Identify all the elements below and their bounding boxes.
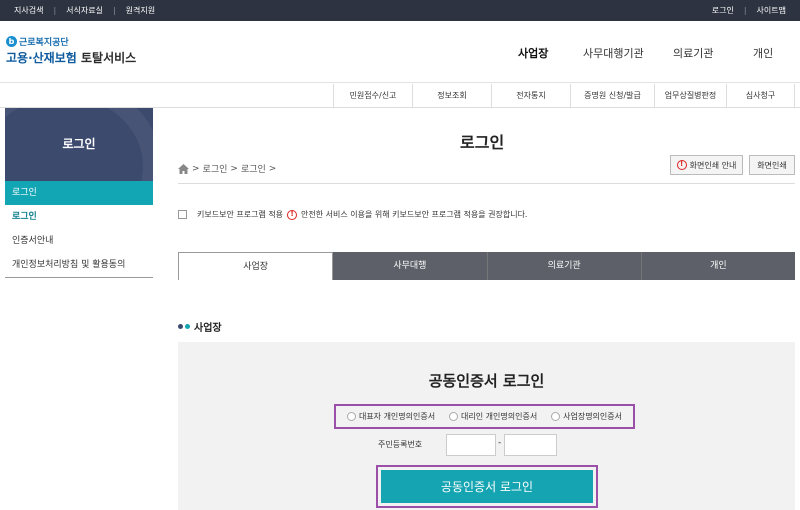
tab-business[interactable]: 사업장 [178, 252, 334, 280]
sub-nav: 민원접수/신고 정보조회 전자통지 증명원 신청/발급 업무상질병판정 심사청구 [0, 84, 800, 108]
subnav-certificate[interactable]: 증명원 신청/발급 [570, 84, 654, 108]
breadcrumb-item[interactable]: 로그인 [241, 162, 266, 175]
keyboard-security-row: 키보드보안 프로그램 적용 ! 안전한 서비스 이용을 위해 키보드보안 프로그… [178, 209, 527, 220]
ssn-dash: - [498, 438, 502, 448]
radio-button[interactable] [449, 412, 459, 421]
sidebar-item-login[interactable]: 로그인 [5, 205, 153, 229]
radio-button[interactable] [551, 412, 561, 421]
print-guide-button[interactable]: ! 화면인쇄 안내 [670, 155, 743, 175]
org-name-text: 근로복지공단 [19, 38, 69, 48]
keyboard-security-label: 키보드보안 프로그램 적용 [197, 210, 284, 219]
ssn-label: 주민등록번호 [378, 440, 423, 449]
main-nav-business[interactable]: 사업장 [518, 45, 548, 61]
separator: | [53, 6, 57, 15]
radio-representative[interactable]: 대표자 개인명의인증서 [346, 411, 436, 422]
branch-search-link[interactable]: 지사검색 [14, 5, 43, 16]
login-link[interactable]: 로그인 [712, 5, 734, 16]
radio-business-cert[interactable]: 사업장명의인증서 [551, 411, 622, 422]
panel-title: 공동인증서 로그인 [428, 372, 545, 390]
breadcrumb: > 로그인 > 로그인 > [178, 162, 276, 175]
certificate-login-button[interactable]: 공동인증서 로그인 [381, 470, 593, 503]
sitemap-link[interactable]: 사이트맵 [757, 5, 786, 16]
print-button[interactable]: 화면인쇄 [749, 155, 795, 175]
sidebar-item-privacy[interactable]: 개인정보처리방침 및 활용동의 [5, 253, 153, 277]
tab-medical[interactable]: 의료기관 [487, 252, 642, 280]
warning-icon: ! [287, 209, 298, 220]
radio-label: 대리인 개인명의인증서 [461, 412, 538, 421]
section-title: 사업장 [178, 319, 222, 334]
ssn-front-input[interactable] [446, 434, 496, 456]
subnav-disease-judgment[interactable]: 업무상질병판정 [654, 84, 726, 108]
subnav-e-notice[interactable]: 전자통지 [491, 84, 570, 108]
radio-label: 사업장명의인증서 [563, 412, 622, 421]
divider [178, 183, 795, 184]
chevron-right-icon: > [268, 163, 277, 174]
separator: | [112, 6, 116, 15]
keyboard-security-checkbox[interactable] [178, 210, 187, 219]
sidebar: 로그인 로그인 로그인 인증서안내 개인정보처리방침 및 활용동의 [5, 108, 153, 278]
radio-button[interactable] [346, 412, 356, 421]
warning-icon: ! [676, 160, 687, 170]
site-header: b 근로복지공단 고용·산재보험 토탈서비스 사업장 사무대행기관 의료기관 개… [0, 21, 800, 83]
top-utility-bar: 지사검색 | 서식자료실 | 원격지원 로그인 | 사이트맵 [0, 0, 800, 21]
certificate-type-group: 대표자 개인명의인증서 대리인 개인명의인증서 사업장명의인증서 [334, 404, 635, 429]
breadcrumb-item[interactable]: 로그인 [203, 162, 228, 175]
certificate-login-panel: 공동인증서 로그인 대표자 개인명의인증서 대리인 개인명의인증서 사업장명의인… [178, 342, 795, 510]
bullet-dots-icon [178, 324, 190, 329]
ssn-back-input[interactable] [504, 434, 557, 456]
sidebar-selected-menu[interactable]: 로그인 [5, 181, 153, 205]
tab-individual[interactable]: 개인 [641, 252, 795, 280]
separator: | [743, 6, 747, 15]
login-type-tabs: 사업장 사무대행 의료기관 개인 [178, 252, 795, 280]
sidebar-bottom-line [5, 277, 153, 278]
service-name-dark: 토탈서비스 [81, 51, 137, 65]
tab-agency[interactable]: 사무대행 [333, 252, 488, 280]
keyboard-security-notice: 안전한 서비스 이용을 위해 키보드보안 프로그램 적용을 권장합니다. [301, 210, 528, 219]
sidebar-item-cert-guide[interactable]: 인증서안내 [5, 229, 153, 253]
radio-label: 대표자 개인명의인증서 [358, 412, 436, 421]
chevron-right-icon: > [192, 163, 200, 174]
service-name: 고용·산재보험 토탈서비스 [6, 49, 136, 66]
org-logo-icon: b [6, 36, 17, 47]
main-nav-agency[interactable]: 사무대행기관 [583, 45, 644, 61]
remote-support-link[interactable]: 원격지원 [126, 5, 155, 16]
section-title-text: 사업장 [194, 323, 222, 334]
chevron-right-icon: > [230, 163, 238, 174]
page-title: 로그인 [460, 133, 505, 152]
org-name: b 근로복지공단 [6, 35, 136, 48]
login-button-highlight: 공동인증서 로그인 [376, 465, 598, 508]
forms-library-link[interactable]: 서식자료실 [66, 5, 103, 16]
radio-agent[interactable]: 대리인 개인명의인증서 [449, 411, 537, 422]
subnav-review-request[interactable]: 심사청구 [726, 84, 795, 108]
home-icon[interactable] [178, 163, 189, 174]
main-nav-individual[interactable]: 개인 [753, 45, 773, 61]
print-guide-label: 화면인쇄 안내 [689, 160, 737, 170]
subnav-civil-complaint[interactable]: 민원접수/신고 [333, 84, 412, 108]
sidebar-title: 로그인 [5, 108, 153, 181]
subnav-info-inquiry[interactable]: 정보조회 [412, 84, 491, 108]
site-logo[interactable]: b 근로복지공단 고용·산재보험 토탈서비스 [6, 35, 136, 66]
main-nav-medical[interactable]: 의료기관 [673, 45, 713, 61]
service-name-blue: 고용·산재보험 [6, 51, 77, 65]
